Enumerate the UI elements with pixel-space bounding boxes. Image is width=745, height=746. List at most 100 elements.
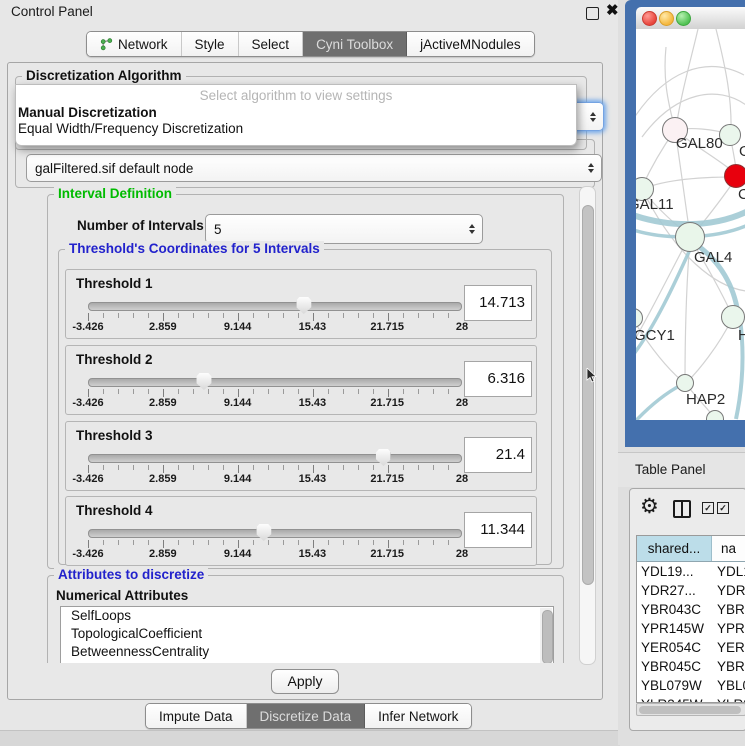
table-cell: YER0	[711, 638, 745, 657]
node-hap2[interactable]	[676, 374, 694, 392]
node-label: GAL80	[676, 135, 723, 152]
network-view-window: GAL80 G C GAL11 GAL4 GCY1 H HAP2	[625, 0, 745, 447]
apply-button[interactable]: Apply	[271, 669, 339, 694]
tab-discretize-data[interactable]: Discretize Data	[247, 704, 366, 728]
table-cell: YPR145W	[637, 619, 711, 638]
table-row[interactable]: YBR043CYBR0	[637, 600, 745, 619]
panel-title: Control Panel	[11, 4, 93, 19]
threshold-4-panel: Threshold 4 -3.4262.8599.14415.4321.7152…	[65, 496, 537, 566]
combo-arrows-icon	[588, 163, 594, 173]
right-workspace: GAL80 G C GAL11 GAL4 GCY1 H HAP2 Table P…	[618, 0, 745, 745]
threshold-2-value-field[interactable]: 6.316	[464, 361, 532, 397]
table-cell: YLR345W	[637, 695, 711, 703]
tab-jactivemnodules[interactable]: jActiveMNodules	[407, 32, 534, 56]
checkbox-icon[interactable]: ✓	[717, 502, 729, 514]
threshold-3-slider[interactable]: -3.4262.8599.14415.4321.71528	[80, 448, 472, 486]
slider-track[interactable]	[88, 454, 462, 463]
threshold-1-panel: Threshold 1 -3.4262.8599.14415.4321.7152…	[65, 269, 537, 339]
tab-style[interactable]: Style	[182, 32, 239, 56]
tab-cyni-toolbox[interactable]: Cyni Toolbox	[303, 32, 407, 56]
node-label: G	[739, 143, 745, 160]
node-label: H	[738, 327, 745, 344]
list-scrollbar[interactable]	[540, 608, 552, 663]
number-of-intervals-label: Number of Intervals	[77, 218, 204, 233]
float-window-icon[interactable]	[586, 7, 599, 20]
table-cell: YBR0	[711, 657, 745, 676]
checkbox-icon[interactable]: ✓	[702, 502, 714, 514]
settings-scrollview: Interval Definition Number of Intervals …	[16, 186, 579, 663]
threshold-3-panel: Threshold 3 -3.4262.8599.14415.4321.7152…	[65, 421, 537, 491]
split-columns-icon[interactable]	[673, 500, 691, 518]
tab-network[interactable]: Network	[87, 32, 182, 56]
dropdown-item[interactable]: Equal Width/Frequency Discretization	[16, 121, 576, 137]
close-traffic-light[interactable]	[642, 11, 657, 26]
list-item[interactable]: TopologicalCoefficient	[61, 625, 553, 643]
table-row[interactable]: YBR045CYBR0	[637, 657, 745, 676]
slider-track[interactable]	[88, 529, 462, 538]
network-canvas[interactable]: GAL80 G C GAL11 GAL4 GCY1 H HAP2	[636, 29, 745, 420]
slider-thumb[interactable]	[256, 524, 271, 541]
threshold-4-value-field[interactable]: 11.344	[464, 512, 532, 548]
table-cell: YDL1	[711, 562, 745, 581]
table-row[interactable]: YDL19...YDL1	[637, 562, 745, 581]
settings-scrollbar[interactable]	[579, 186, 596, 665]
number-of-intervals-combobox[interactable]: 5	[205, 214, 483, 244]
table-data-combobox[interactable]: galFiltered.sif default node	[26, 154, 602, 182]
thresholds-group: Threshold's Coordinates for 5 Intervals …	[58, 249, 552, 565]
node-red[interactable]	[724, 164, 745, 188]
slider-thumb[interactable]	[296, 297, 311, 314]
network-window-titlebar[interactable]	[636, 7, 745, 30]
network-icon	[100, 38, 113, 51]
slider-track[interactable]	[88, 378, 462, 387]
threshold-2-slider[interactable]: -3.4262.8599.14415.4321.71528	[80, 372, 472, 410]
slider-thumb[interactable]	[196, 373, 211, 390]
scrollbar-thumb[interactable]	[639, 706, 741, 714]
mouse-cursor	[586, 368, 597, 383]
interval-definition-group: Interval Definition Number of Intervals …	[47, 194, 564, 569]
node-label: GCY1	[636, 327, 675, 344]
table-cell: YDL19...	[637, 562, 711, 581]
table-cell: YDR2	[711, 581, 745, 600]
zoom-traffic-light[interactable]	[676, 11, 691, 26]
slider-track[interactable]	[88, 302, 462, 311]
group-title: Discretization Algorithm	[22, 68, 186, 83]
list-item[interactable]: SelfLoops	[61, 607, 553, 625]
threshold-1-value-field[interactable]: 14.713	[464, 285, 532, 321]
table-cell: YBL079W	[637, 676, 711, 695]
gear-icon[interactable]: ⚙	[640, 496, 659, 517]
close-icon[interactable]: ✖	[606, 4, 619, 18]
table-hscrollbar[interactable]	[636, 703, 745, 716]
minimize-traffic-light[interactable]	[659, 11, 674, 26]
table-cell: YPR1	[711, 619, 745, 638]
threshold-1-slider[interactable]: -3.4262.8599.14415.4321.71528	[80, 296, 472, 334]
threshold-label: Threshold 1	[76, 276, 153, 291]
threshold-3-value-field[interactable]: 21.4	[464, 437, 532, 473]
table-row[interactable]: YLR345WYLR3	[637, 695, 745, 703]
table-data-group: Table Data galFiltered.sif default node	[15, 139, 595, 188]
group-title: Threshold's Coordinates for 5 Intervals	[65, 241, 324, 256]
table-cell: YBL0	[711, 676, 745, 695]
table-row[interactable]: YDR27...YDR2	[637, 581, 745, 600]
node-attribute-table[interactable]: shared... na YDL19...YDL1YDR27...YDR2YBR…	[636, 535, 745, 703]
tab-infer-network[interactable]: Infer Network	[365, 704, 471, 728]
scrollbar-thumb[interactable]	[582, 205, 594, 585]
numerical-attributes-list[interactable]: SelfLoopsTopologicalCoefficientBetweenne…	[60, 606, 554, 663]
column-header-name[interactable]: na	[712, 536, 745, 561]
column-header-shared[interactable]: shared...	[637, 536, 712, 561]
dropdown-placeholder-item[interactable]: Select algorithm to view settings	[16, 88, 576, 105]
tab-impute-data[interactable]: Impute Data	[146, 704, 247, 728]
table-row[interactable]: YPR145WYPR1	[637, 619, 745, 638]
threshold-2-panel: Threshold 2 -3.4262.8599.14415.4321.7152…	[65, 345, 537, 415]
node-gal4[interactable]	[675, 222, 705, 252]
threshold-4-slider[interactable]: -3.4262.8599.14415.4321.71528	[80, 523, 472, 561]
table-row[interactable]: YBL079WYBL0	[637, 676, 745, 695]
threshold-label: Threshold 3	[76, 428, 153, 443]
table-cell: YBR043C	[637, 600, 711, 619]
control-panel-window: Control Panel ✖ Network Style Select Cyn…	[0, 0, 620, 745]
node[interactable]	[721, 305, 745, 329]
table-row[interactable]: YER054CYER0	[637, 638, 745, 657]
slider-thumb[interactable]	[376, 449, 391, 466]
tab-select[interactable]: Select	[239, 32, 304, 56]
dropdown-item[interactable]: Manual Discretization	[16, 105, 576, 121]
list-item[interactable]: BetweennessCentrality	[61, 643, 553, 661]
